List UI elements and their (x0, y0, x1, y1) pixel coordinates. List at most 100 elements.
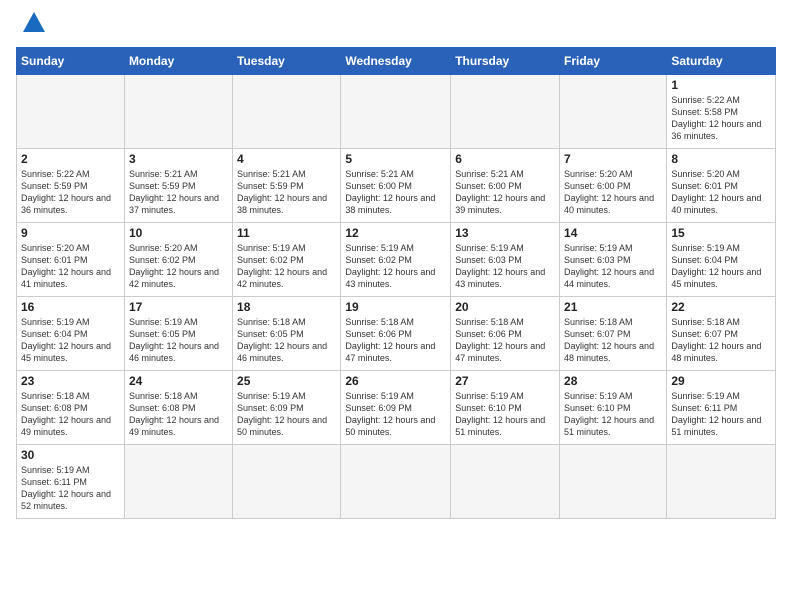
day-info: Sunrise: 5:19 AM Sunset: 6:03 PM Dayligh… (455, 242, 555, 291)
day-info: Sunrise: 5:19 AM Sunset: 6:11 PM Dayligh… (21, 464, 120, 513)
day-number: 26 (345, 374, 446, 388)
day-info: Sunrise: 5:19 AM Sunset: 6:09 PM Dayligh… (345, 390, 446, 439)
day-info: Sunrise: 5:19 AM Sunset: 6:02 PM Dayligh… (345, 242, 446, 291)
calendar-cell (560, 445, 667, 519)
day-info: Sunrise: 5:20 AM Sunset: 6:00 PM Dayligh… (564, 168, 662, 217)
calendar-cell: 27 Sunrise: 5:19 AM Sunset: 6:10 PM Dayli… (451, 371, 560, 445)
day-number: 24 (129, 374, 228, 388)
calendar-cell (341, 75, 451, 149)
day-number: 8 (671, 152, 771, 166)
day-number: 20 (455, 300, 555, 314)
calendar-cell: 25 Sunrise: 5:19 AM Sunset: 6:09 PM Dayli… (233, 371, 341, 445)
day-info: Sunrise: 5:18 AM Sunset: 6:06 PM Dayligh… (455, 316, 555, 365)
page: SundayMondayTuesdayWednesdayThursdayFrid… (0, 0, 792, 612)
day-info: Sunrise: 5:20 AM Sunset: 6:01 PM Dayligh… (21, 242, 120, 291)
calendar-cell (17, 75, 125, 149)
day-number: 12 (345, 226, 446, 240)
day-number: 19 (345, 300, 446, 314)
calendar-cell: 24 Sunrise: 5:18 AM Sunset: 6:08 PM Dayli… (124, 371, 232, 445)
calendar-table: SundayMondayTuesdayWednesdayThursdayFrid… (16, 47, 776, 519)
calendar-cell: 7 Sunrise: 5:20 AM Sunset: 6:00 PM Daylig… (560, 149, 667, 223)
day-number: 29 (671, 374, 771, 388)
day-info: Sunrise: 5:18 AM Sunset: 6:06 PM Dayligh… (345, 316, 446, 365)
day-info: Sunrise: 5:21 AM Sunset: 5:59 PM Dayligh… (129, 168, 228, 217)
day-number: 25 (237, 374, 336, 388)
weekday-header-friday: Friday (560, 48, 667, 75)
calendar-week-row: 23 Sunrise: 5:18 AM Sunset: 6:08 PM Dayli… (17, 371, 776, 445)
calendar-week-row: 9 Sunrise: 5:20 AM Sunset: 6:01 PM Daylig… (17, 223, 776, 297)
calendar-cell: 3Sunrise: 5:21 AM Sunset: 5:59 PM Daylig… (124, 149, 232, 223)
calendar-week-row: 1 Sunrise: 5:22 AM Sunset: 5:58 PM Daylig… (17, 75, 776, 149)
day-info: Sunrise: 5:19 AM Sunset: 6:10 PM Dayligh… (455, 390, 555, 439)
day-number: 23 (21, 374, 120, 388)
calendar-cell: 28Sunrise: 5:19 AM Sunset: 6:10 PM Dayli… (560, 371, 667, 445)
calendar-cell: 2 Sunrise: 5:22 AM Sunset: 5:59 PM Daylig… (17, 149, 125, 223)
calendar-cell: 23 Sunrise: 5:18 AM Sunset: 6:08 PM Dayli… (17, 371, 125, 445)
calendar-cell: 5Sunrise: 5:21 AM Sunset: 6:00 PM Daylig… (341, 149, 451, 223)
day-number: 21 (564, 300, 662, 314)
day-info: Sunrise: 5:19 AM Sunset: 6:04 PM Dayligh… (671, 242, 771, 291)
header (16, 16, 776, 37)
day-info: Sunrise: 5:19 AM Sunset: 6:03 PM Dayligh… (564, 242, 662, 291)
calendar-cell: 26 Sunrise: 5:19 AM Sunset: 6:09 PM Dayli… (341, 371, 451, 445)
calendar-week-row: 30 Sunrise: 5:19 AM Sunset: 6:11 PM Dayli… (17, 445, 776, 519)
day-number: 16 (21, 300, 120, 314)
weekday-header-row: SundayMondayTuesdayWednesdayThursdayFrid… (17, 48, 776, 75)
weekday-header-wednesday: Wednesday (341, 48, 451, 75)
day-number: 1 (671, 78, 771, 92)
calendar-cell: 9 Sunrise: 5:20 AM Sunset: 6:01 PM Daylig… (17, 223, 125, 297)
logo-icon (23, 12, 45, 32)
calendar-cell: 13 Sunrise: 5:19 AM Sunset: 6:03 PM Dayli… (451, 223, 560, 297)
day-number: 28 (564, 374, 662, 388)
day-info: Sunrise: 5:21 AM Sunset: 5:59 PM Dayligh… (237, 168, 336, 217)
day-info: Sunrise: 5:19 AM Sunset: 6:05 PM Dayligh… (129, 316, 228, 365)
calendar-week-row: 2 Sunrise: 5:22 AM Sunset: 5:59 PM Daylig… (17, 149, 776, 223)
day-info: Sunrise: 5:22 AM Sunset: 5:58 PM Dayligh… (671, 94, 771, 143)
day-info: Sunrise: 5:19 AM Sunset: 6:04 PM Dayligh… (21, 316, 120, 365)
calendar-cell (341, 445, 451, 519)
calendar-week-row: 16 Sunrise: 5:19 AM Sunset: 6:04 PM Dayli… (17, 297, 776, 371)
day-number: 2 (21, 152, 120, 166)
day-number: 22 (671, 300, 771, 314)
weekday-header-saturday: Saturday (667, 48, 776, 75)
calendar-cell: 22 Sunrise: 5:18 AM Sunset: 6:07 PM Dayli… (667, 297, 776, 371)
calendar-cell: 1 Sunrise: 5:22 AM Sunset: 5:58 PM Daylig… (667, 75, 776, 149)
day-info: Sunrise: 5:21 AM Sunset: 6:00 PM Dayligh… (345, 168, 446, 217)
calendar-cell: 4 Sunrise: 5:21 AM Sunset: 5:59 PM Daylig… (233, 149, 341, 223)
day-info: Sunrise: 5:18 AM Sunset: 6:08 PM Dayligh… (21, 390, 120, 439)
day-number: 13 (455, 226, 555, 240)
calendar-cell: 29 Sunrise: 5:19 AM Sunset: 6:11 PM Dayli… (667, 371, 776, 445)
day-number: 18 (237, 300, 336, 314)
calendar-cell: 20 Sunrise: 5:18 AM Sunset: 6:06 PM Dayli… (451, 297, 560, 371)
calendar-cell (124, 445, 232, 519)
calendar-cell: 11Sunrise: 5:19 AM Sunset: 6:02 PM Dayli… (233, 223, 341, 297)
calendar-cell: 18 Sunrise: 5:18 AM Sunset: 6:05 PM Dayli… (233, 297, 341, 371)
weekday-header-sunday: Sunday (17, 48, 125, 75)
calendar-cell (667, 445, 776, 519)
calendar-cell (451, 445, 560, 519)
day-info: Sunrise: 5:18 AM Sunset: 6:08 PM Dayligh… (129, 390, 228, 439)
weekday-header-tuesday: Tuesday (233, 48, 341, 75)
day-number: 4 (237, 152, 336, 166)
weekday-header-monday: Monday (124, 48, 232, 75)
day-number: 9 (21, 226, 120, 240)
day-info: Sunrise: 5:19 AM Sunset: 6:11 PM Dayligh… (671, 390, 771, 439)
day-number: 30 (21, 448, 120, 462)
calendar-cell (233, 445, 341, 519)
day-number: 11 (237, 226, 336, 240)
day-info: Sunrise: 5:18 AM Sunset: 6:07 PM Dayligh… (671, 316, 771, 365)
day-number: 10 (129, 226, 228, 240)
day-number: 6 (455, 152, 555, 166)
day-info: Sunrise: 5:18 AM Sunset: 6:05 PM Dayligh… (237, 316, 336, 365)
day-number: 27 (455, 374, 555, 388)
calendar-cell: 8 Sunrise: 5:20 AM Sunset: 6:01 PM Daylig… (667, 149, 776, 223)
day-info: Sunrise: 5:18 AM Sunset: 6:07 PM Dayligh… (564, 316, 662, 365)
calendar-cell: 30 Sunrise: 5:19 AM Sunset: 6:11 PM Dayli… (17, 445, 125, 519)
weekday-header-thursday: Thursday (451, 48, 560, 75)
calendar-cell: 17Sunrise: 5:19 AM Sunset: 6:05 PM Dayli… (124, 297, 232, 371)
calendar-cell: 16 Sunrise: 5:19 AM Sunset: 6:04 PM Dayli… (17, 297, 125, 371)
day-info: Sunrise: 5:19 AM Sunset: 6:09 PM Dayligh… (237, 390, 336, 439)
day-info: Sunrise: 5:22 AM Sunset: 5:59 PM Dayligh… (21, 168, 120, 217)
day-info: Sunrise: 5:20 AM Sunset: 6:01 PM Dayligh… (671, 168, 771, 217)
day-number: 7 (564, 152, 662, 166)
